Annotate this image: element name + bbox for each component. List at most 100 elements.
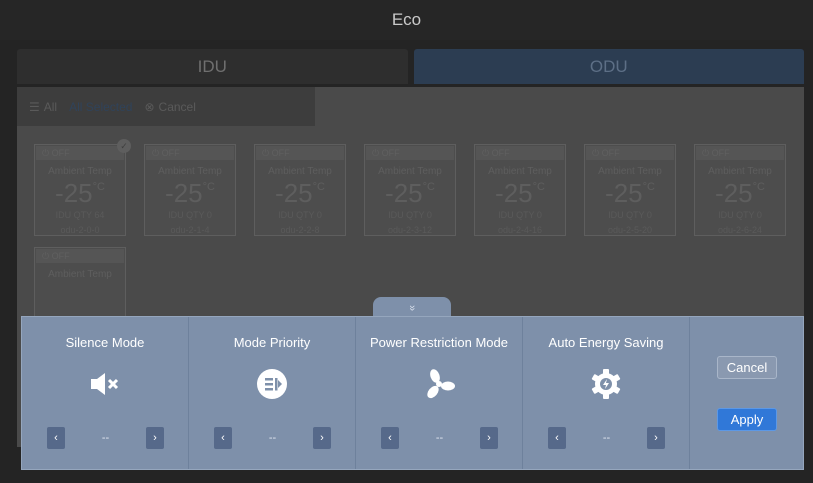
temp-value: -25	[165, 178, 203, 208]
odu-card[interactable]: ⏻ OFF Ambient Temp -25°C IDU QTY 0	[474, 144, 566, 236]
power-state: OFF	[711, 148, 730, 158]
idu-qty: IDU QTY 0	[168, 210, 212, 220]
section-title: Silence Mode	[65, 335, 145, 350]
temp-unit: °C	[422, 181, 435, 193]
power-status: ⏻ OFF	[256, 146, 344, 160]
next-button[interactable]: ›	[479, 427, 498, 449]
cancel-selection-button[interactable]: ⊗ Cancel	[144, 100, 195, 114]
silence-mode-stepper: ‹ -- ›	[47, 427, 164, 449]
tab-bar: IDU ODU	[17, 49, 804, 84]
next-button[interactable]: ›	[312, 427, 331, 449]
odu-name: odu-2-3-12	[387, 225, 433, 235]
temp-value: -25	[715, 178, 753, 208]
temp-unit: °C	[752, 181, 765, 193]
card-label: Ambient Temp	[48, 269, 112, 280]
power-status: ⏻ OFF	[146, 146, 234, 160]
odu-name: odu-2-2-8	[280, 225, 320, 235]
fan-icon	[356, 364, 522, 404]
cancel-circle-icon: ⊗	[144, 99, 155, 114]
selection-status: All Selected	[69, 100, 132, 114]
prev-button[interactable]: ‹	[548, 427, 566, 449]
power-status: ⏻ OFF	[696, 146, 784, 160]
speaker-mute-icon	[22, 364, 188, 404]
ambient-temp: -25°C	[365, 178, 455, 208]
temp-value: -25	[605, 178, 643, 208]
card-label: Ambient Temp	[598, 166, 662, 177]
selection-toolbar: ☰ All All Selected ⊗ Cancel	[17, 87, 315, 126]
eco-settings-panel: Silence Mode ‹ -- › Mode Priority ‹ -- ›…	[21, 316, 804, 470]
card-label: Ambient Temp	[488, 166, 552, 177]
tab-idu[interactable]: IDU	[17, 49, 408, 84]
select-all-button[interactable]: ☰ All	[29, 100, 57, 114]
card-label: Ambient Temp	[48, 166, 112, 177]
power-icon: ⏻	[42, 147, 52, 158]
card-label: Ambient Temp	[158, 166, 222, 177]
temp-value: -25	[275, 178, 313, 208]
apply-button[interactable]: Apply	[717, 408, 777, 431]
card-label: Ambient Temp	[378, 166, 442, 177]
odu-name: odu-2-0-0	[60, 225, 100, 235]
cancel-selection-label: Cancel	[158, 99, 196, 114]
mode-priority-section: Mode Priority ‹ -- ›	[189, 317, 356, 469]
cancel-button[interactable]: Cancel	[717, 356, 777, 379]
next-button[interactable]: ›	[145, 427, 164, 449]
power-state: OFF	[161, 148, 180, 158]
odu-name: odu-2-5-20	[607, 225, 653, 235]
prev-button[interactable]: ‹	[47, 427, 65, 449]
odu-name: odu-2-4-16	[497, 225, 543, 235]
collapse-panel-handle[interactable]: »	[373, 297, 451, 318]
power-state: OFF	[491, 148, 510, 158]
power-icon: ⏻	[592, 147, 602, 158]
list-icon: ☰	[29, 99, 40, 114]
eco-screen: Eco IDU ODU ☰ All All Selected ⊗ Cancel …	[0, 0, 813, 483]
power-icon: ⏻	[42, 250, 52, 261]
temp-unit: °C	[532, 181, 545, 193]
prev-button[interactable]: ‹	[381, 427, 399, 449]
power-state: OFF	[381, 148, 400, 158]
power-status: ⏻ OFF	[476, 146, 564, 160]
power-icon: ⏻	[482, 147, 492, 158]
next-button[interactable]: ›	[646, 427, 665, 449]
power-state: OFF	[271, 148, 290, 158]
temp-unit: °C	[312, 181, 325, 193]
power-state: OFF	[601, 148, 620, 158]
section-title: Mode Priority	[233, 335, 311, 350]
odu-card[interactable]: ⏻ OFF Ambient Temp -25°C IDU QTY 0	[584, 144, 676, 236]
odu-card[interactable]: ⏻ OFF Ambient Temp -25°C IDU QTY 0	[364, 144, 456, 236]
odu-card[interactable]: ⏻ OFF Ambient Temp -25°C IDU QTY 0	[254, 144, 346, 236]
mode-priority-icon	[189, 364, 355, 404]
ambient-temp: -25°C	[145, 178, 235, 208]
odu-card[interactable]: ✓ ⏻ OFF Ambient Temp -25°C IDU QTY 64	[34, 139, 131, 236]
selection-status-label: All Selected	[69, 99, 133, 114]
idu-qty: IDU QTY 0	[278, 210, 322, 220]
idu-qty: IDU QTY 64	[55, 210, 105, 220]
power-icon: ⏻	[372, 147, 382, 158]
temp-unit: °C	[92, 181, 105, 193]
temp-unit: °C	[202, 181, 215, 193]
power-icon: ⏻	[152, 147, 162, 158]
prev-button[interactable]: ‹	[214, 427, 232, 449]
ambient-temp: -25°C	[585, 178, 675, 208]
power-restriction-section: Power Restriction Mode ‹ -- ›	[356, 317, 523, 469]
stepper-value: --	[602, 432, 611, 444]
idu-qty: IDU QTY 0	[718, 210, 762, 220]
power-state: OFF	[51, 148, 70, 158]
auto-energy-saving-stepper: ‹ -- ›	[548, 427, 665, 449]
odu-card[interactable]: ⏻ OFF Ambient Temp -25°C IDU QTY 0	[144, 144, 236, 236]
section-title: Auto Energy Saving	[548, 335, 664, 350]
power-icon: ⏻	[262, 147, 272, 158]
odu-card[interactable]: ⏻ OFF Ambient Temp -25°C IDU QTY 0	[694, 144, 786, 236]
temp-value: -25	[55, 178, 93, 208]
card-label: Ambient Temp	[268, 166, 332, 177]
power-status: ⏻ OFF	[36, 249, 124, 263]
odu-name: odu-2-6-24	[717, 225, 763, 235]
temp-value: -25	[385, 178, 423, 208]
page-title: Eco	[391, 10, 422, 29]
tab-odu[interactable]: ODU	[413, 49, 804, 84]
mode-priority-stepper: ‹ -- ›	[214, 427, 331, 449]
auto-energy-saving-section: Auto Energy Saving ‹ -- ›	[523, 317, 690, 469]
idu-qty: IDU QTY 0	[388, 210, 432, 220]
title-bar: Eco	[0, 0, 813, 40]
card-label: Ambient Temp	[708, 166, 772, 177]
ambient-temp: -25°C	[695, 178, 785, 208]
